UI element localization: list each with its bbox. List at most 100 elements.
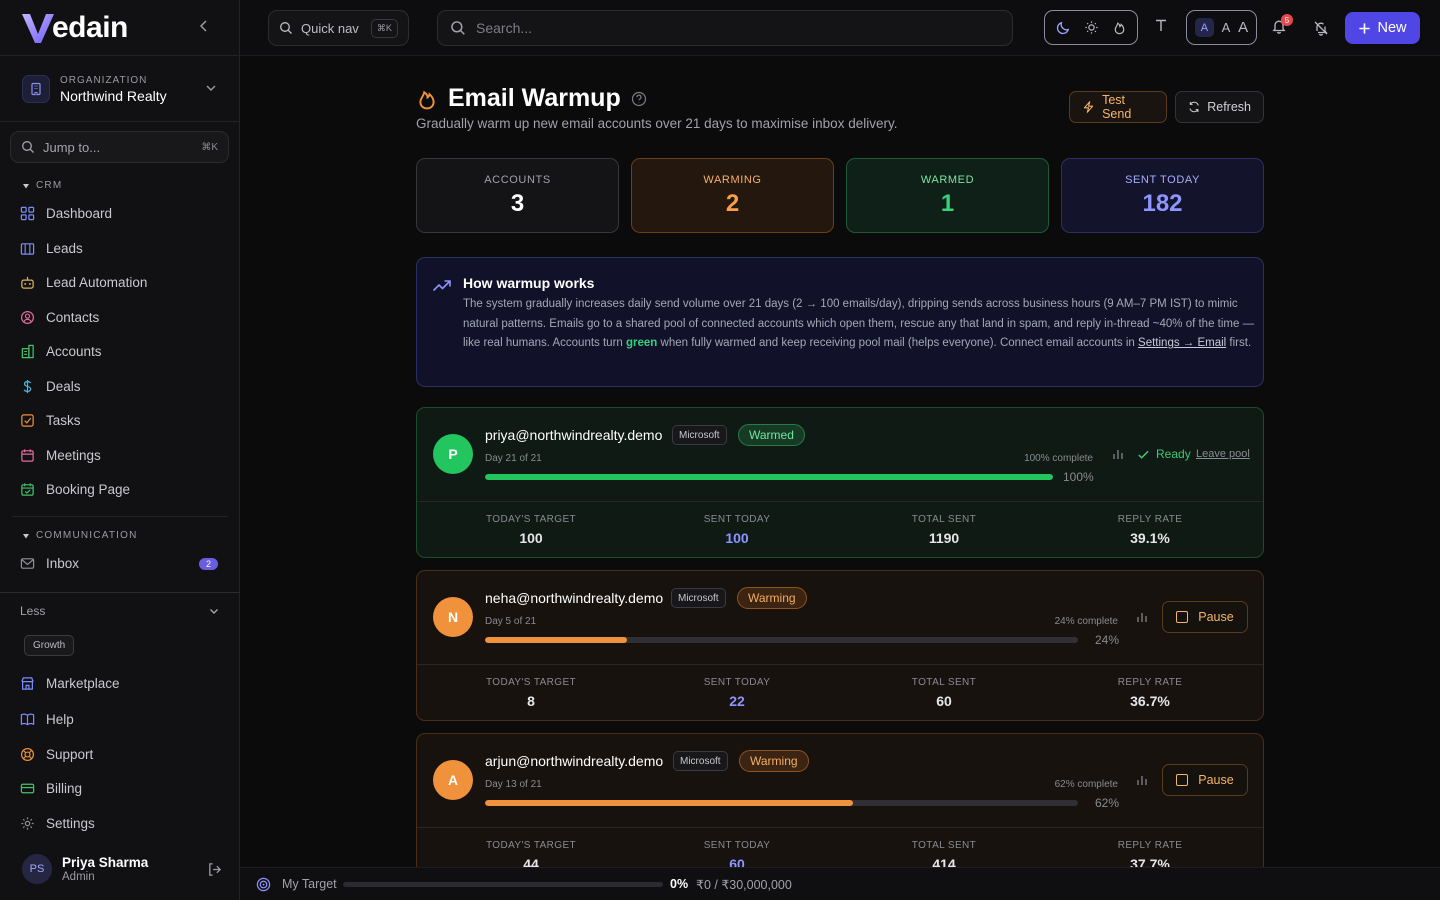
font-size-medium[interactable]: A <box>1222 20 1231 35</box>
pause-button[interactable]: Pause <box>1162 764 1248 796</box>
test-send-label: Test Send <box>1102 93 1132 121</box>
page-title: Email Warmup <box>448 84 621 112</box>
org-switcher[interactable]: ORGANIZATION Northwind Realty <box>12 66 228 112</box>
sidebar-item-dashboard[interactable]: Dashboard <box>20 206 220 221</box>
test-send-button[interactable]: Test Send <box>1069 91 1167 123</box>
text-format-icon[interactable] <box>1154 18 1168 32</box>
pause-button[interactable]: Pause <box>1162 601 1248 633</box>
info-green-word: green <box>626 337 658 350</box>
collapse-sidebar-button[interactable] <box>196 18 212 34</box>
help-circle-icon[interactable] <box>631 91 647 107</box>
sidebar-item-settings[interactable]: Settings <box>20 816 220 831</box>
font-size-switcher: A A A <box>1186 10 1257 45</box>
sidebar-item-support[interactable]: Support <box>20 747 220 762</box>
bell-off-icon[interactable] <box>1313 20 1329 36</box>
section-communication[interactable]: COMMUNICATION <box>22 530 138 541</box>
stat-key: SENT TODAY <box>703 840 771 851</box>
reply-rate: 37.7% <box>1130 856 1170 867</box>
sidebar: edain ORGANIZATION Northwind Realty Jump… <box>0 0 240 900</box>
stat-key: TOTAL SENT <box>911 840 977 851</box>
target-amount: ₹0 / ₹30,000,000 <box>696 878 792 892</box>
stat-card-accounts: ACCOUNTS 3 <box>416 158 619 233</box>
main-content: Email Warmup Gradually warm up new email… <box>240 56 1440 867</box>
light-theme-button[interactable] <box>1078 15 1104 41</box>
account-email: priya@northwindrealty.demo <box>485 427 663 443</box>
font-size-small[interactable]: A <box>1194 18 1214 37</box>
sidebar-item-accounts[interactable]: Accounts <box>20 344 220 359</box>
sidebar-item-leads[interactable]: Leads <box>20 241 220 256</box>
sent-today: 100 <box>725 530 749 546</box>
sidebar-item-label: Support <box>46 747 94 762</box>
info-box: How warmup works The system gradually in… <box>416 257 1264 387</box>
calendar-icon <box>21 449 34 462</box>
sidebar-item-label: Contacts <box>46 310 100 325</box>
bar-chart-icon[interactable] <box>1135 773 1149 787</box>
target-icon <box>256 877 271 892</box>
total-sent: 60 <box>936 693 952 709</box>
stat-key: REPLY RATE <box>1117 514 1183 525</box>
divider <box>0 121 240 122</box>
refresh-button[interactable]: Refresh <box>1175 91 1264 123</box>
warm-theme-button[interactable] <box>1106 15 1132 41</box>
new-button[interactable]: New <box>1345 12 1420 44</box>
avatar: PS <box>22 854 52 884</box>
leave-pool-link[interactable]: Leave pool <box>1196 448 1250 460</box>
progress-percent: 24% <box>1095 633 1120 647</box>
provider-badge: Microsoft <box>673 751 728 771</box>
user-profile[interactable]: PS Priya Sharma Admin <box>22 852 222 886</box>
sidebar-item-label: Inbox <box>46 556 80 571</box>
search-icon <box>22 141 34 153</box>
progress-percent: 100% <box>1063 470 1094 484</box>
font-size-large[interactable]: A <box>1238 19 1248 36</box>
sidebar-item-label: Marketplace <box>46 676 120 691</box>
account-stats: TODAY'S TARGET 100 SENT TODAY 100 TOTAL SE… <box>417 501 1263 559</box>
app-logo[interactable]: edain <box>20 6 128 50</box>
ready-indicator: Ready <box>1137 447 1191 461</box>
theme-switcher <box>1044 10 1138 45</box>
bar-chart-icon[interactable] <box>1111 447 1125 461</box>
section-crm[interactable]: CRM <box>22 180 62 191</box>
target-label: My Target <box>282 877 337 891</box>
search-bar[interactable] <box>437 10 1013 46</box>
avatar: N <box>433 597 473 637</box>
sidebar-item-inbox[interactable]: Inbox 2 <box>20 556 218 571</box>
bot-icon <box>21 276 34 289</box>
calendar-check-icon <box>21 483 34 496</box>
sidebar-item-help[interactable]: Help <box>20 712 220 727</box>
moon-icon <box>1056 21 1069 35</box>
progress-bar <box>485 474 1053 480</box>
bar-chart-icon[interactable] <box>1135 610 1149 624</box>
sidebar-item-marketplace[interactable]: Marketplace <box>20 676 220 691</box>
stat-label: WARMING <box>703 173 762 186</box>
sidebar-item-label: Tasks <box>46 413 81 428</box>
notifications-button[interactable]: 5 <box>1271 14 1293 34</box>
sidebar-item-meetings[interactable]: Meetings <box>20 448 220 463</box>
quick-nav-label: Quick nav <box>301 20 359 36</box>
sidebar-item-lead-automation[interactable]: Lead Automation <box>20 275 220 290</box>
section-crm-label: CRM <box>36 180 63 191</box>
jump-to-input[interactable]: Jump to... ⌘K <box>10 131 229 163</box>
logo-mark-icon <box>22 14 54 43</box>
sidebar-item-booking-page[interactable]: Booking Page <box>20 482 220 497</box>
user-role: Admin <box>62 871 95 883</box>
less-toggle[interactable]: Less <box>20 604 220 618</box>
sidebar-item-contacts[interactable]: Contacts <box>20 310 220 325</box>
inbox-count-badge: 2 <box>198 557 218 570</box>
sidebar-item-label: Leads <box>46 241 83 256</box>
sidebar-item-deals[interactable]: Deals <box>20 379 220 394</box>
trending-up-icon <box>432 280 451 292</box>
status-badge: Warming <box>737 587 807 609</box>
sidebar-item-billing[interactable]: Billing <box>20 781 220 796</box>
dark-theme-button[interactable] <box>1050 15 1076 41</box>
stat-key: SENT TODAY <box>703 514 771 525</box>
stat-card-warmed: WARMED 1 <box>846 158 1049 233</box>
quick-nav-button[interactable]: Quick nav ⌘K <box>268 10 409 46</box>
search-input[interactable] <box>476 20 976 36</box>
sidebar-item-tasks[interactable]: Tasks <box>20 413 220 428</box>
reply-rate: 36.7% <box>1130 693 1170 709</box>
search-icon <box>280 22 292 34</box>
settings-email-link[interactable]: Settings → Email <box>1138 337 1226 349</box>
jump-shortcut: ⌘K <box>201 141 218 153</box>
logout-icon[interactable] <box>207 862 222 877</box>
chevron-left-icon <box>199 20 207 32</box>
